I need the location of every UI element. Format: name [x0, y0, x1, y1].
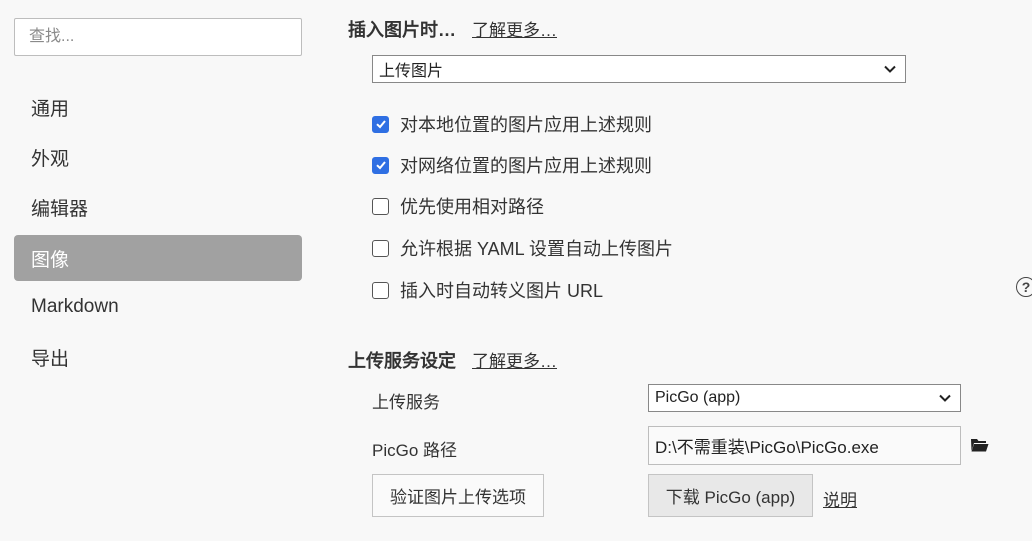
checkbox-row-relative-path[interactable]: 优先使用相对路径 — [372, 193, 544, 219]
path-value: D:\不需重装\PicGo\PicGo.exe — [655, 438, 879, 457]
checkbox[interactable] — [372, 281, 389, 299]
select-value: 上传图片 — [379, 63, 444, 80]
checkbox[interactable] — [372, 156, 389, 174]
checkbox-row-local[interactable]: 对本地位置的图片应用上述规则 — [372, 111, 652, 137]
upload-section-header: 上传服务设定 了解更多… — [348, 347, 557, 373]
sidebar-item-label: 图像 — [31, 249, 70, 271]
sidebar-item-appearance[interactable]: 外观 — [14, 134, 302, 180]
checkbox-label: 插入时自动转义图片 URL — [400, 281, 604, 301]
folder-icon[interactable] — [970, 437, 989, 453]
sidebar-item-general[interactable]: 通用 — [14, 84, 302, 130]
chevron-down-icon — [939, 394, 951, 402]
checkbox-label: 对网络位置的图片应用上述规则 — [400, 156, 652, 176]
sidebar-item-label: 外观 — [31, 148, 70, 170]
section-title: 插入图片时… — [348, 20, 456, 40]
checkmark-icon — [375, 120, 386, 129]
download-picgo-button[interactable]: 下载 PicGo (app) — [648, 474, 813, 517]
insert-section-header: 插入图片时… 了解更多… — [348, 16, 557, 42]
sidebar-item-image[interactable]: 图像 — [14, 235, 302, 281]
upload-service-select[interactable]: PicGo (app) — [648, 384, 961, 412]
sidebar-item-editor[interactable]: 编辑器 — [14, 184, 302, 230]
learn-more-link[interactable]: 了解更多… — [472, 16, 557, 41]
chevron-down-icon — [884, 65, 896, 73]
select-value: PicGo (app) — [655, 389, 741, 406]
verify-upload-button[interactable]: 验证图片上传选项 — [372, 474, 544, 517]
search-input[interactable] — [14, 18, 302, 56]
section-title: 上传服务设定 — [348, 351, 456, 371]
checkbox-row-network[interactable]: 对网络位置的图片应用上述规则 — [372, 152, 652, 178]
upload-service-label: 上传服务 — [372, 393, 440, 412]
sidebar-item-label: 导出 — [31, 348, 70, 370]
help-icon[interactable]: ? — [1016, 277, 1032, 297]
checkbox[interactable] — [372, 115, 389, 133]
picgo-path-field[interactable]: D:\不需重装\PicGo\PicGo.exe — [648, 426, 961, 465]
checkbox-label: 优先使用相对路径 — [400, 197, 544, 217]
checkbox-row-yaml-upload[interactable]: 允许根据 YAML 设置自动上传图片 — [372, 235, 673, 261]
picgo-path-label: PicGo 路径 — [372, 441, 458, 460]
checkbox[interactable] — [372, 197, 389, 215]
learn-more-link[interactable]: 了解更多… — [472, 347, 557, 372]
checkbox-row-escape-url[interactable]: 插入时自动转义图片 URL — [372, 277, 603, 303]
sidebar-item-export[interactable]: 导出 — [14, 334, 302, 380]
sidebar-item-label: Markdown — [31, 296, 119, 317]
insert-action-select[interactable]: 上传图片 — [372, 55, 906, 83]
checkmark-icon — [375, 161, 386, 170]
sidebar-item-markdown[interactable]: Markdown — [14, 284, 302, 330]
checkbox-label: 允许根据 YAML 设置自动上传图片 — [400, 239, 674, 259]
sidebar-item-label: 编辑器 — [31, 198, 89, 220]
sidebar-item-label: 通用 — [31, 98, 70, 120]
checkbox[interactable] — [372, 239, 389, 257]
help-link[interactable]: 说明 — [823, 486, 857, 511]
checkbox-label: 对本地位置的图片应用上述规则 — [400, 115, 652, 135]
